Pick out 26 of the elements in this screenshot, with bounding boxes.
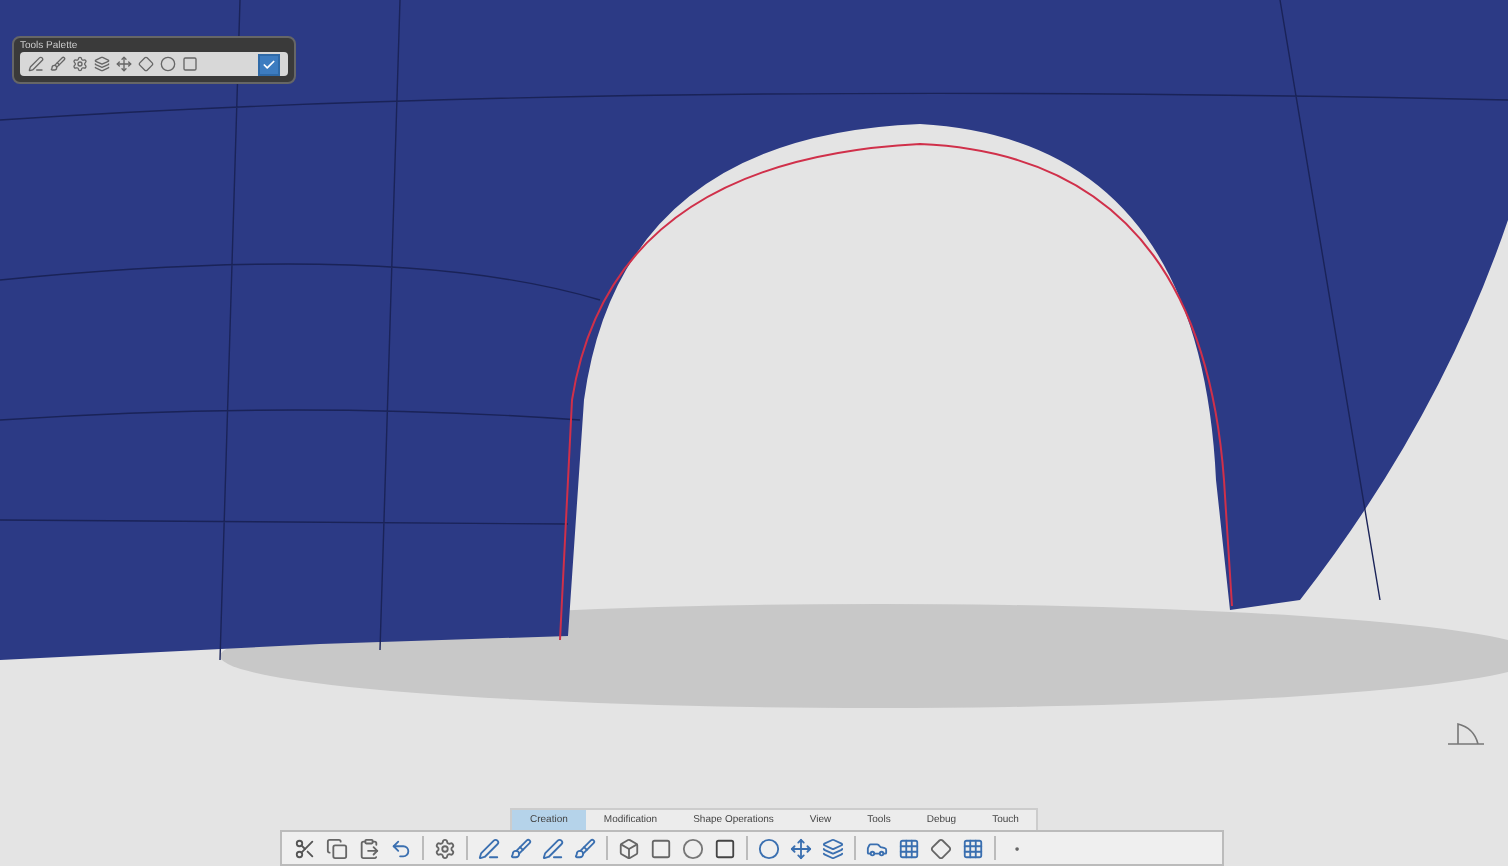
layers-icon[interactable] bbox=[822, 837, 844, 859]
pen-icon[interactable] bbox=[478, 837, 500, 859]
square-icon[interactable] bbox=[650, 837, 672, 859]
axis-icon bbox=[1447, 723, 1485, 745]
diamond-icon[interactable] bbox=[930, 837, 952, 859]
undo-icon[interactable] bbox=[390, 837, 412, 859]
sphere-icon[interactable] bbox=[682, 837, 704, 859]
palette-tool-icon[interactable] bbox=[94, 56, 110, 72]
pen-icon[interactable] bbox=[542, 837, 564, 859]
grid-icon[interactable] bbox=[898, 837, 920, 859]
palette-checkbox[interactable] bbox=[258, 53, 280, 75]
palette-tool-icon[interactable] bbox=[72, 56, 88, 72]
copy-icon[interactable] bbox=[326, 837, 348, 859]
square-icon[interactable] bbox=[714, 837, 736, 859]
cube-icon[interactable] bbox=[618, 837, 640, 859]
palette-tool-icon[interactable] bbox=[28, 56, 44, 72]
brush-icon[interactable] bbox=[510, 837, 532, 859]
scissors-icon[interactable] bbox=[294, 837, 316, 859]
brush-icon[interactable] bbox=[574, 837, 596, 859]
move-icon[interactable] bbox=[790, 837, 812, 859]
grid-icon[interactable] bbox=[962, 837, 984, 859]
paste-icon[interactable] bbox=[358, 837, 380, 859]
check-icon bbox=[262, 57, 276, 71]
gear-icon[interactable] bbox=[434, 837, 456, 859]
palette-tool-icon[interactable] bbox=[50, 56, 66, 72]
palette-tool-icon[interactable] bbox=[116, 56, 132, 72]
